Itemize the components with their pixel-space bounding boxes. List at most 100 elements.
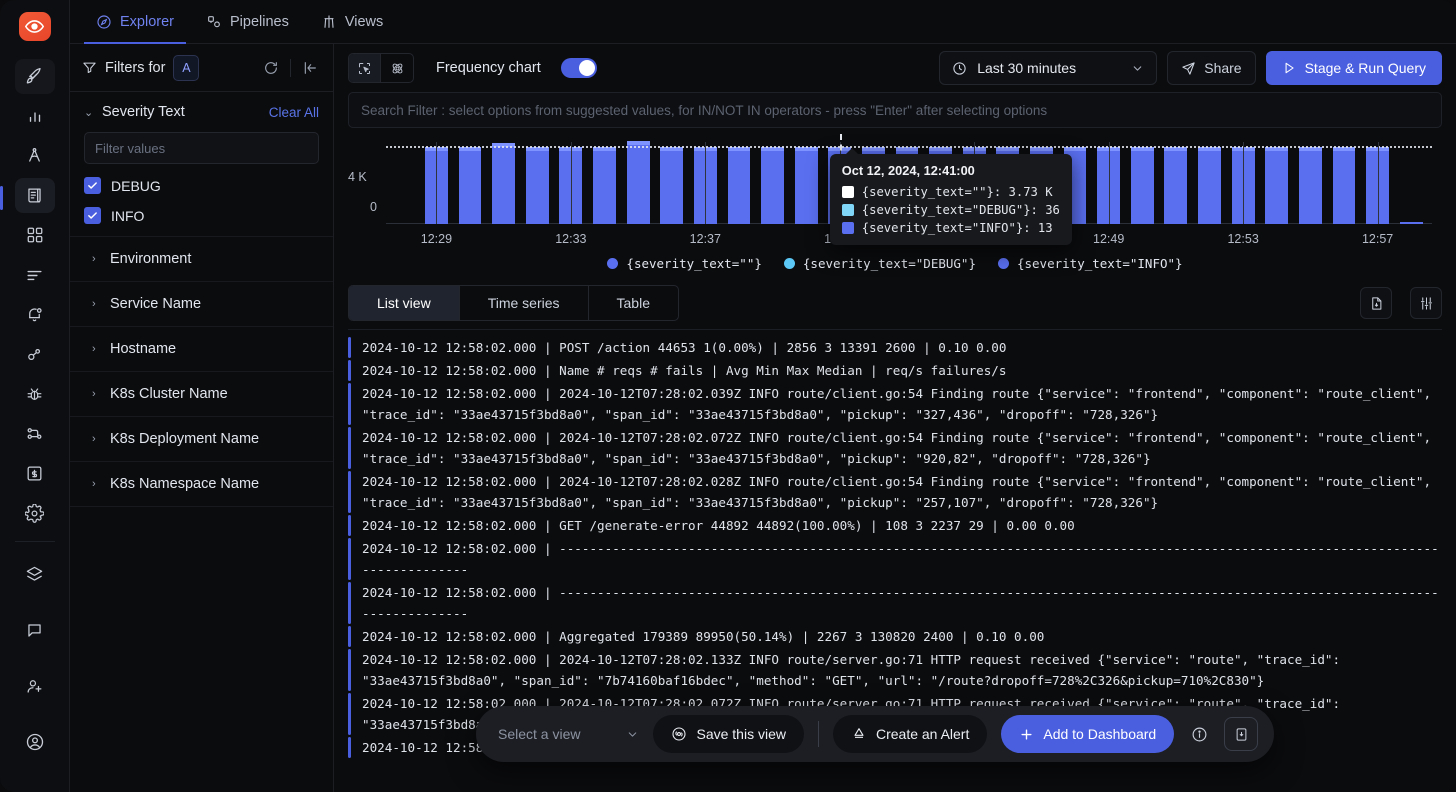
log-row[interactable]: 2024-10-12 12:58:02.000 | --------------… (348, 537, 1442, 581)
log-row[interactable]: 2024-10-12 12:58:02.000 | 2024-10-12T07:… (348, 382, 1442, 426)
tab-list-view[interactable]: List view (349, 286, 460, 320)
log-row[interactable]: 2024-10-12 12:58:02.000 | Aggregated 179… (348, 625, 1442, 648)
pointer-select-icon[interactable] (349, 54, 381, 82)
stage-and-run-query-button[interactable]: Stage & Run Query (1266, 51, 1442, 85)
query-chip-a[interactable]: A (173, 55, 199, 81)
log-row[interactable]: 2024-10-12 12:58:02.000 | GET /generate-… (348, 514, 1442, 537)
chart-bar[interactable] (795, 147, 818, 224)
rail-item-dashboard-grid[interactable] (15, 217, 55, 253)
chart-bar[interactable] (526, 147, 549, 224)
chart-bar[interactable] (627, 141, 650, 224)
log-row[interactable]: 2024-10-12 12:58:02.000 | 2024-10-12T07:… (348, 470, 1442, 514)
filter-section-hostname-label: Hostname (110, 341, 176, 357)
rail-item-billing[interactable] (15, 456, 55, 492)
legend-item[interactable]: {severity_text="INFO"} (998, 256, 1183, 271)
pipelines-icon (206, 14, 222, 30)
chart-bar[interactable] (1299, 147, 1322, 224)
save-this-view-button[interactable]: Save this view (653, 715, 803, 753)
log-row[interactable]: 2024-10-12 12:58:02.000 | --------------… (348, 581, 1442, 625)
rail-item-support[interactable] (15, 610, 55, 650)
rail-item-invite-member[interactable] (15, 666, 55, 706)
app-logo[interactable] (19, 12, 51, 41)
rail-item-traces[interactable] (15, 138, 55, 174)
legend-item[interactable]: {severity_text="DEBUG"} (784, 256, 976, 271)
filter-section-k8s-deployment-name[interactable]: › K8s Deployment Name (70, 417, 333, 462)
rail-item-dashboards[interactable] (15, 98, 55, 134)
x-tick-label: 12:57 (1362, 232, 1393, 246)
severity-option-info-label: INFO (111, 208, 144, 224)
severity-filter-input[interactable] (84, 132, 319, 164)
log-row[interactable]: 2024-10-12 12:58:02.000 | 2024-10-12T07:… (348, 426, 1442, 470)
tab-views[interactable]: Views (305, 0, 399, 43)
severity-section-header[interactable]: ⌄ Severity Text Clear All (84, 104, 319, 120)
chart-tooltip: Oct 12, 2024, 12:41:00 {severity_text=""… (830, 154, 1072, 245)
rail-item-logs[interactable] (15, 178, 55, 214)
checkbox-checked-icon[interactable] (84, 207, 101, 224)
rail-item-layers[interactable] (15, 554, 55, 594)
select-view-dropdown[interactable]: Select a view (498, 726, 639, 742)
create-an-alert-button[interactable]: Create an Alert (833, 715, 987, 753)
tab-table[interactable]: Table (589, 286, 678, 320)
severity-option-debug[interactable]: DEBUG (84, 177, 319, 194)
chart-bar[interactable] (1198, 147, 1221, 224)
chart-bar[interactable] (728, 147, 751, 224)
search-filter-input[interactable]: Search Filter : select options from sugg… (348, 92, 1442, 128)
log-row[interactable]: 2024-10-12 12:58:02.000 | 2024-10-12T07:… (348, 648, 1442, 692)
body: Filters for A (70, 44, 1456, 792)
x-tick-label: 12:53 (1227, 232, 1258, 246)
rail-item-bug[interactable] (15, 376, 55, 412)
log-row-marker (348, 649, 351, 691)
tab-explorer-label: Explorer (120, 14, 174, 30)
clear-all-button[interactable]: Clear All (269, 105, 319, 120)
logs-icon (25, 186, 44, 205)
log-row-marker (348, 626, 351, 647)
legend-item[interactable]: {severity_text=""} (607, 256, 761, 271)
log-row-text: 2024-10-12 12:58:02.000 | 2024-10-12T07:… (362, 649, 1442, 691)
chart-bar[interactable] (459, 147, 482, 224)
add-to-dashboard-button[interactable]: Add to Dashboard (1001, 715, 1174, 753)
y-tick-4k: 4 K (348, 170, 367, 184)
rail-item-settings[interactable] (15, 495, 55, 531)
severity-option-info[interactable]: INFO (84, 207, 319, 224)
filter-section-severity-text: ⌄ Severity Text Clear All DEBUG (70, 92, 333, 237)
rail-item-account[interactable] (15, 722, 55, 762)
chart-bar[interactable] (1333, 147, 1356, 224)
refresh-icon[interactable] (260, 57, 282, 79)
sliders-icon[interactable] (1410, 287, 1442, 319)
chart-bar[interactable] (660, 147, 683, 224)
tab-explorer[interactable]: Explorer (80, 0, 190, 43)
info-icon[interactable] (1188, 723, 1210, 745)
chart-bar[interactable] (1265, 147, 1288, 224)
filter-section-environment[interactable]: › Environment (70, 237, 333, 282)
rail-item-service-map[interactable] (15, 416, 55, 452)
rail-item-alerts[interactable] (15, 297, 55, 333)
frequency-chart-toggle[interactable] (561, 58, 597, 78)
log-row[interactable]: 2024-10-12 12:58:02.000 | Name # reqs # … (348, 359, 1442, 382)
filter-section-service-name[interactable]: › Service Name (70, 282, 333, 327)
chart-bar[interactable] (1400, 222, 1423, 224)
chart-bar[interactable] (1164, 147, 1187, 224)
alert-icon (851, 726, 867, 742)
tab-pipelines[interactable]: Pipelines (190, 0, 305, 43)
chart-bar[interactable] (492, 143, 515, 224)
rail-item-traces-list[interactable] (15, 257, 55, 293)
filter-section-k8s-cluster-name[interactable]: › K8s Cluster Name (70, 372, 333, 417)
chart-bar[interactable] (761, 147, 784, 224)
collapse-panel-icon[interactable] (299, 57, 321, 79)
filter-section-hostname[interactable]: › Hostname (70, 327, 333, 372)
atom-icon[interactable] (381, 54, 413, 82)
chart-bar[interactable] (1131, 147, 1154, 224)
time-range-picker[interactable]: Last 30 minutes (939, 51, 1157, 85)
compass-draft-icon (25, 146, 44, 165)
share-button[interactable]: Share (1167, 51, 1255, 85)
rail-item-exceptions[interactable] (15, 337, 55, 373)
x-axis-tick (705, 142, 706, 224)
rail-item-rocket[interactable] (15, 59, 55, 95)
chart-bar[interactable] (593, 147, 616, 224)
filter-section-k8s-namespace-name[interactable]: › K8s Namespace Name (70, 462, 333, 507)
tab-time-series[interactable]: Time series (460, 286, 589, 320)
checkbox-checked-icon[interactable] (84, 177, 101, 194)
export-icon[interactable] (1224, 717, 1258, 751)
log-row[interactable]: 2024-10-12 12:58:02.000 | POST /action 4… (348, 336, 1442, 359)
download-file-icon[interactable] (1360, 287, 1392, 319)
